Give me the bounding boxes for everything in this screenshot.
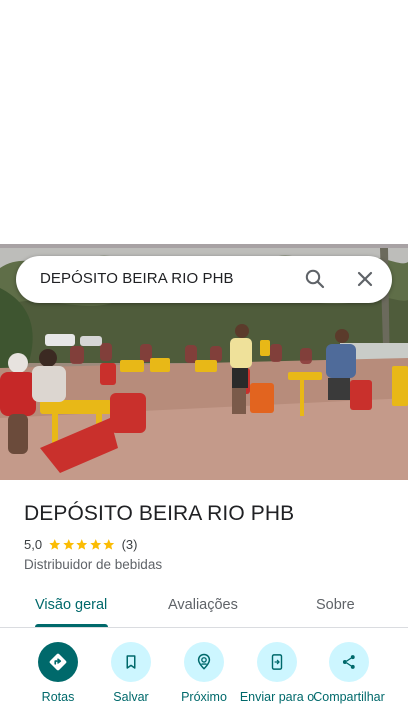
send-to-phone-button[interactable]: Enviar para o (237, 642, 317, 705)
rating-row[interactable]: 5,0 (3) (24, 537, 137, 552)
tab-about[interactable]: Sobre (316, 597, 355, 613)
directions-icon[interactable] (38, 642, 78, 682)
send-to-phone-label: Enviar para o (239, 690, 315, 704)
star-icon (76, 539, 88, 550)
tab-bar: Visão geral Avaliações Sobre (0, 590, 408, 628)
star-icon (62, 539, 74, 550)
share-button[interactable]: Compartilhar (309, 642, 389, 705)
rating-stars (48, 538, 116, 551)
directions-label: Rotas (41, 690, 75, 704)
star-icon (89, 539, 101, 550)
close-icon[interactable] (353, 267, 377, 291)
search-query-text[interactable]: DEPÓSITO BEIRA RIO PHB (40, 270, 234, 287)
tab-reviews[interactable]: Avaliações (168, 597, 238, 613)
star-icon (103, 539, 115, 550)
search-bar[interactable]: DEPÓSITO BEIRA RIO PHB (16, 256, 392, 303)
nearby-icon[interactable] (184, 642, 224, 682)
place-details: DEPÓSITO BEIRA RIO PHB 5,0 (3) Distribui… (24, 502, 394, 572)
review-count: (3) (121, 537, 138, 552)
send-to-phone-icon[interactable] (257, 642, 297, 682)
active-tab-indicator (35, 624, 108, 627)
place-category: Distribuidor de bebidas (24, 557, 163, 572)
save-button[interactable]: Salvar (91, 642, 171, 705)
bookmark-icon[interactable] (111, 642, 151, 682)
place-title: DEPÓSITO BEIRA RIO PHB (24, 502, 295, 525)
action-row: Rotas Salvar Próximo Enviar para o Compa… (0, 640, 408, 726)
tab-overview[interactable]: Visão geral (35, 597, 107, 613)
search-icon[interactable] (303, 267, 327, 291)
nearby-button[interactable]: Próximo (164, 642, 244, 705)
share-icon[interactable] (329, 642, 369, 682)
directions-button[interactable]: Rotas (18, 642, 98, 705)
rating-value: 5,0 (24, 537, 43, 552)
save-label: Salvar (113, 690, 149, 704)
map-blank-area (0, 0, 408, 244)
share-label: Compartilhar (313, 690, 385, 704)
star-icon (49, 539, 61, 550)
nearby-label: Próximo (181, 690, 227, 704)
